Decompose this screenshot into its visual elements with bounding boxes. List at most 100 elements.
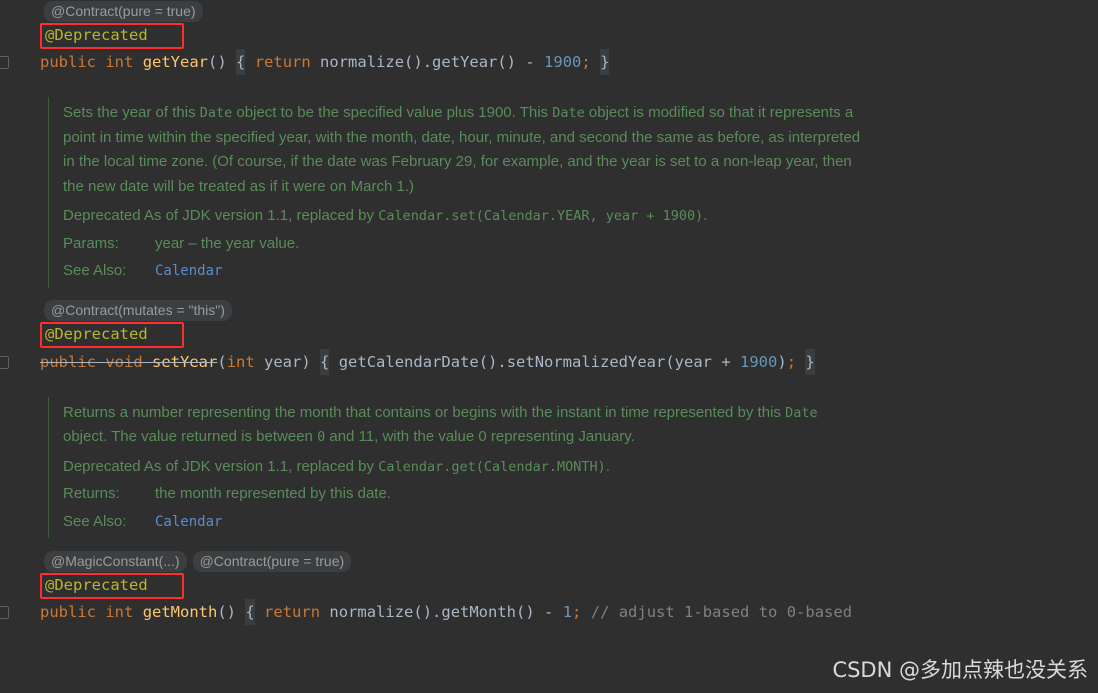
param-name-year: year: [254, 352, 302, 371]
javadoc-link-calendar-2[interactable]: Calendar: [155, 510, 863, 535]
inline-comment-adjust: // adjust 1-based to 0-based: [590, 603, 853, 621]
space-3: [227, 49, 236, 75]
javadoc-text-mid-2: object. The value returned is between: [63, 428, 318, 445]
space-7: [96, 349, 105, 375]
keyword-int: int: [105, 53, 134, 71]
inlay-hint-row-3: @MagicConstant(...) @Contract(pure = tru…: [0, 550, 1098, 572]
javadoc-tag-see-also-2: See Also: Calendar: [63, 510, 863, 535]
javadoc-paragraph-1: Sets the year of this Date object to be …: [63, 101, 863, 199]
operator-minus-2: -: [544, 603, 554, 621]
javadoc-deprecated-note-1: Deprecated As of JDK version 1.1, replac…: [63, 204, 863, 229]
javadoc-link-calendar-1[interactable]: Calendar: [155, 259, 863, 284]
space-5: [535, 49, 544, 75]
inlay-hint-contract-mutates[interactable]: @Contract(mutates = "this"): [44, 300, 232, 321]
space-17: [581, 599, 590, 625]
brace-close-highlight-2: }: [805, 348, 815, 375]
javadoc-deprecated-text-1: As of JDK version 1.1, replaced by: [140, 207, 379, 224]
parens-getMonth: (): [217, 603, 237, 621]
code-line-getMonth[interactable]: public int getMonth () { return normaliz…: [0, 599, 1098, 625]
space-2: [133, 49, 142, 75]
paren-close-setYear: ): [301, 352, 311, 371]
javadoc-deprecated-label-2: Deprecated: [63, 457, 141, 475]
javadoc-text-pre-1: Sets the year of this: [63, 104, 200, 121]
method-name-getYear: getYear: [142, 53, 209, 71]
deprecated-annotation-highlighted-2[interactable]: @Deprecated: [40, 322, 184, 348]
keyword-public-2: public: [40, 352, 96, 371]
paren-tail-2: ): [777, 352, 787, 371]
semicolon-3: ;: [572, 603, 582, 621]
javadoc-inline-code-date-2: Date: [552, 105, 585, 121]
space-12: [96, 599, 105, 625]
space-10: [731, 349, 740, 375]
paren-open-setYear: (: [217, 352, 227, 371]
keyword-public-3: public: [40, 603, 96, 621]
code-line-getYear[interactable]: public int getYear () { return normalize…: [0, 49, 1098, 75]
operator-minus: -: [525, 53, 535, 71]
javadoc-paragraph-2: Returns a number representing the month …: [63, 401, 863, 450]
brace-open-highlight-3: {: [245, 599, 255, 625]
inlay-hint-contract-pure[interactable]: @Contract(pure = true): [44, 0, 203, 22]
space-1: [96, 49, 105, 75]
javadoc-deprecated-period-2: .: [605, 457, 610, 475]
javadoc-text-mid-1: object to be the specified value plus 19…: [232, 104, 553, 121]
keyword-return: return: [254, 53, 311, 71]
method-name-setYear: setYear: [152, 352, 218, 371]
number-literal-1900: 1900: [544, 53, 582, 71]
javadoc-deprecated-label-1: Deprecated: [63, 207, 141, 224]
javadoc-tag-value-returns: the month represented by this date.: [155, 485, 391, 502]
space-13: [133, 599, 142, 625]
javadoc-deprecated-code-2: Calendar.get(Calendar.MONTH): [378, 458, 606, 475]
javadoc-deprecated-code-1: Calendar.set(Calendar.YEAR, year + 1900): [378, 208, 704, 224]
javadoc-deprecated-period-1: .: [703, 207, 708, 224]
code-editor-pane[interactable]: @Contract(pure = true) @Deprecated publi…: [0, 0, 1098, 693]
javadoc-tag-see-also-1: See Also: Calendar: [63, 259, 863, 284]
operator-plus: +: [721, 352, 731, 371]
javadoc-inline-code-zero: 0: [317, 429, 326, 445]
number-literal-1: 1: [562, 603, 573, 621]
brace-open-highlight: {: [236, 49, 246, 75]
gutter-marker-icon[interactable]: [0, 56, 9, 69]
javadoc-deprecated-text-2: As of JDK version 1.1, replaced by: [140, 457, 379, 475]
number-literal-1900-2: 1900: [740, 352, 778, 371]
keyword-int-2: int: [105, 603, 134, 621]
expression-body-2: getCalendarDate().setNormalizedYear(year: [329, 352, 722, 371]
javadoc-tag-label-params: Params:: [63, 234, 119, 252]
javadoc-tag-label-see-also-2: See Also:: [63, 512, 127, 530]
inlay-hint-row-1: @Contract(pure = true): [0, 0, 1098, 22]
expression-body-1: normalize().getYear(): [310, 53, 526, 71]
gutter-marker-icon-3[interactable]: [0, 606, 9, 619]
javadoc-inline-code-date-1: Date: [199, 105, 233, 121]
deprecated-annotation-row-1: @Deprecated: [0, 22, 1098, 49]
brace-close-highlight: }: [600, 49, 610, 75]
brace-open-highlight-2: {: [320, 348, 330, 375]
csdn-watermark: CSDN @多加点辣也没关系: [832, 658, 1088, 682]
inlay-hint-contract-pure-2[interactable]: @Contract(pure = true): [192, 550, 352, 572]
parens-getYear: (): [208, 53, 227, 71]
javadoc-tag-returns: Returns: the month represented by this d…: [63, 482, 863, 507]
keyword-void: void: [105, 352, 143, 371]
inlay-hint-row-2: @Contract(mutates = "this"): [0, 300, 1098, 322]
deprecated-annotation-row-3: @Deprecated: [0, 572, 1098, 599]
space-6: [591, 49, 600, 75]
gutter-marker-icon-2[interactable]: [0, 355, 9, 369]
javadoc-tag-params: Params: year – the year value.: [63, 232, 863, 257]
inlay-hint-magic-constant[interactable]: @MagicConstant(...): [44, 550, 187, 572]
space-15: [255, 599, 264, 625]
deprecated-annotation-highlighted[interactable]: @Deprecated: [40, 22, 184, 49]
expression-body-3: normalize().getMonth(): [320, 603, 545, 621]
javadoc-text-pre-2: Returns a number representing the month …: [63, 403, 786, 421]
deprecated-annotation-row-2: @Deprecated: [0, 322, 1098, 349]
keyword-return-2: return: [264, 603, 321, 621]
javadoc-tag-label-see-also-1: See Also:: [63, 262, 127, 279]
method-name-getMonth: getMonth: [142, 603, 218, 621]
space-16: [553, 599, 562, 625]
javadoc-deprecated-note-2: Deprecated As of JDK version 1.1, replac…: [63, 455, 863, 480]
javadoc-popup-setYear: Sets the year of this Date object to be …: [48, 97, 863, 288]
javadoc-tag-label-returns: Returns:: [63, 485, 120, 502]
code-line-setYear[interactable]: public void setYear ( int year ) { getCa…: [0, 348, 1098, 375]
space-11: [796, 349, 805, 375]
javadoc-popup-getMonth: Returns a number representing the month …: [48, 396, 863, 538]
deprecated-annotation-highlighted-3[interactable]: @Deprecated: [40, 572, 184, 599]
keyword-public: public: [40, 53, 96, 71]
param-keyword-int: int: [226, 352, 255, 371]
